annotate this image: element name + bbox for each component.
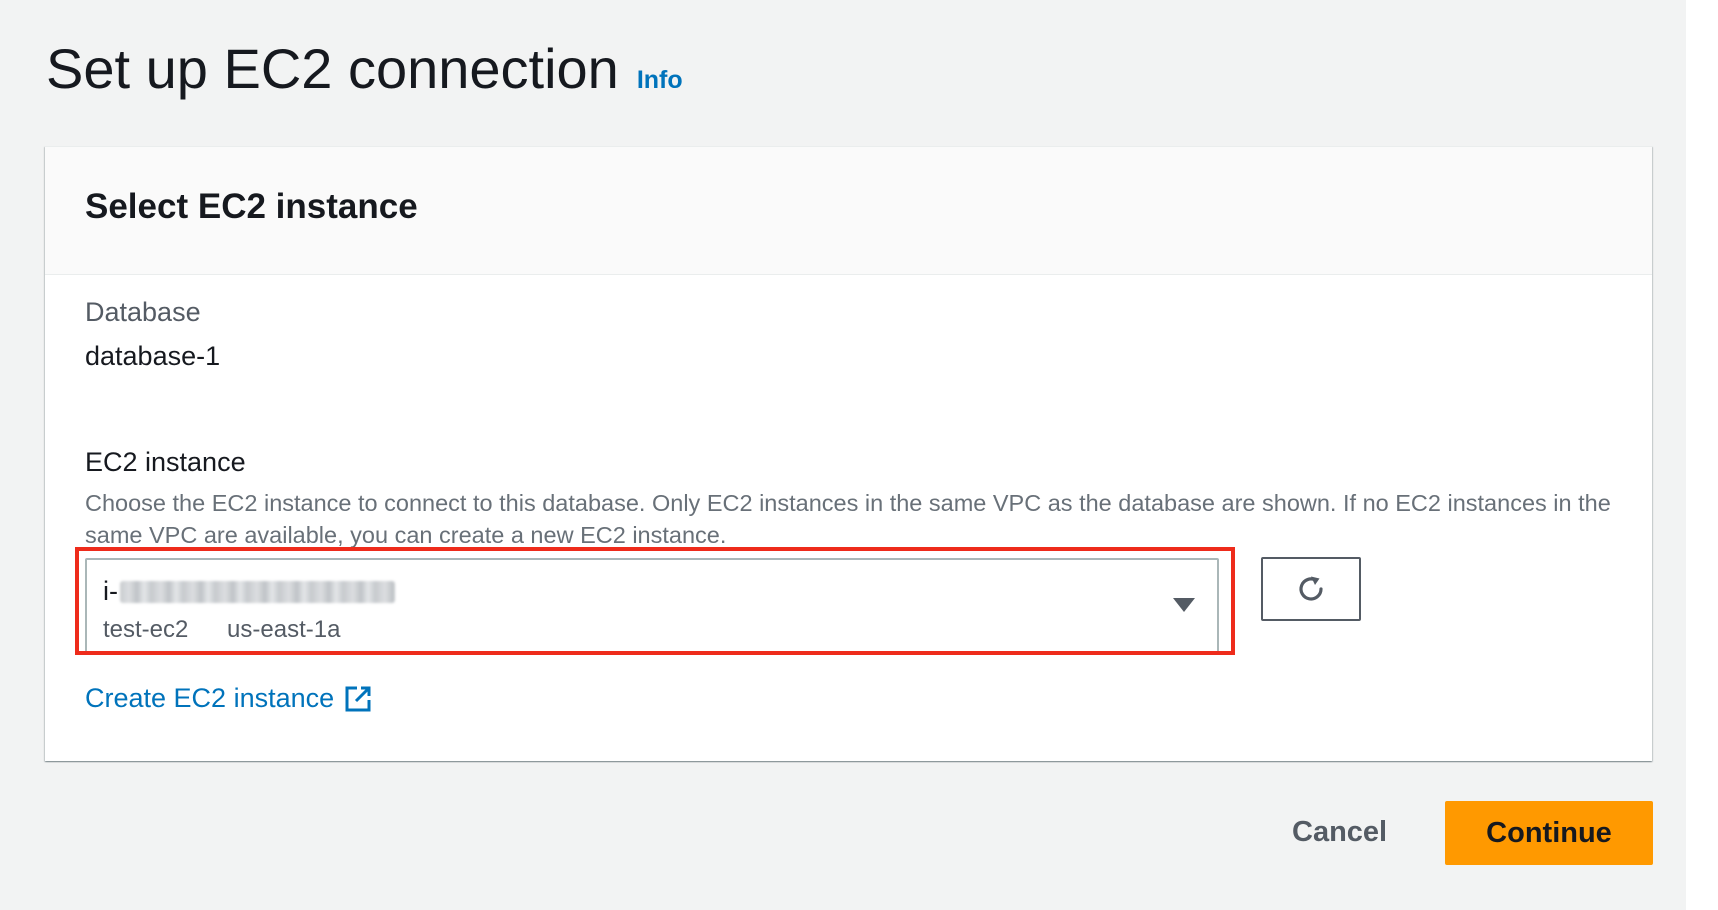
cancel-button[interactable]: Cancel (1292, 816, 1387, 849)
panel-title: Select EC2 instance (85, 187, 418, 226)
info-link[interactable]: Info (637, 66, 683, 95)
page-title: Set up EC2 connection (46, 37, 619, 100)
continue-button[interactable]: Continue (1445, 801, 1653, 865)
select-ec2-panel: Select EC2 instance Database database-1 … (45, 146, 1652, 761)
ec2-instance-description: Choose the EC2 instance to connect to th… (85, 490, 1611, 548)
database-label: Database (85, 297, 201, 327)
refresh-icon (1299, 576, 1323, 601)
external-link-icon (345, 686, 371, 711)
panel-header: Select EC2 instance (45, 147, 1652, 275)
page-header: Set up EC2 connection Info (46, 36, 683, 101)
database-value: database-1 (85, 341, 221, 371)
create-ec2-instance-label: Create EC2 instance (85, 683, 335, 713)
refresh-button[interactable] (1261, 557, 1361, 621)
highlight-annotation (75, 547, 1235, 655)
create-ec2-instance-link[interactable]: Create EC2 instance (85, 683, 372, 714)
ec2-instance-label: EC2 instance (85, 447, 246, 477)
